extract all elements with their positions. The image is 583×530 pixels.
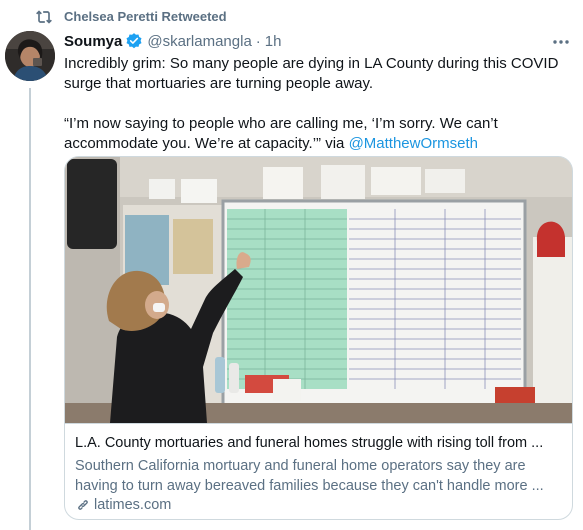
thread-line [29, 88, 31, 530]
card-title[interactable]: L.A. County mortuaries and funeral homes… [75, 434, 562, 453]
separator-dot: · [255, 32, 261, 50]
retweet-icon [36, 10, 52, 24]
tweet-text-quote: “I’m now saying to people who are callin… [64, 114, 569, 154]
retweet-label[interactable]: Chelsea Peretti Retweeted [64, 9, 227, 24]
verified-badge-icon [126, 33, 142, 49]
tweet-header: Soumya @skarlamangla · 1h [64, 31, 281, 51]
link-preview-card[interactable]: L.A. County mortuaries and funeral homes… [64, 156, 573, 520]
tweet-text-line1: Incredibly grim: So many people are dyin… [64, 55, 559, 92]
tweet-timestamp[interactable]: 1h [265, 33, 282, 50]
tweet-body: Incredibly grim: So many people are dyin… [64, 54, 569, 154]
card-photo [65, 157, 572, 423]
card-image[interactable] [65, 157, 572, 423]
author-name[interactable]: Soumya [64, 33, 122, 50]
card-domain: latimes.com [75, 497, 562, 513]
card-description: Southern California mortuary and funeral… [75, 458, 544, 494]
link-icon [78, 500, 88, 510]
more-options-icon[interactable] [551, 32, 571, 52]
card-body[interactable]: L.A. County mortuaries and funeral homes… [65, 423, 572, 519]
avatar-image [5, 31, 55, 81]
retweet-context[interactable]: Chelsea Peretti Retweeted [0, 6, 583, 28]
mention-link[interactable]: @MatthewOrmseth [349, 135, 478, 152]
author-handle[interactable]: @skarlamangla [147, 33, 251, 50]
avatar[interactable] [5, 31, 55, 81]
card-domain-text: latimes.com [94, 497, 172, 513]
